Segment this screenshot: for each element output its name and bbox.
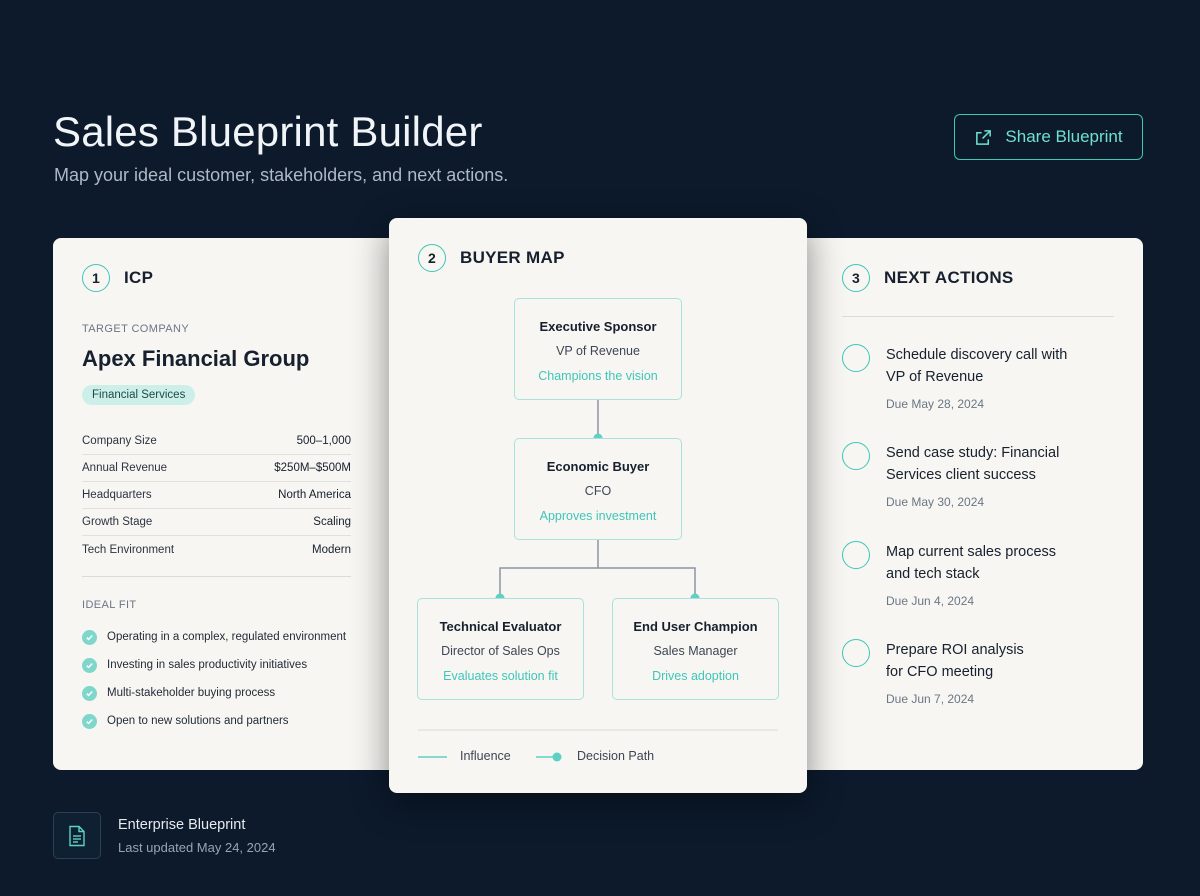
document-icon (53, 812, 101, 859)
action-text-line: Map current sales process (886, 544, 1057, 560)
stakeholder-node-end-user-champion[interactable]: End User Champion Sales Manager Drives a… (612, 598, 779, 700)
action-text: Send case study: Financial Services clie… (886, 442, 1106, 486)
attribute-value: $250M–$500M (274, 462, 351, 474)
list-item: Open to new solutions and partners (82, 707, 346, 735)
action-text-line: Schedule discovery call with (886, 347, 1068, 363)
attribute-label: Annual Revenue (82, 462, 168, 474)
check-icon (82, 657, 97, 673)
attribute-value: North America (278, 489, 351, 501)
ideal-fit-text: Multi-stakeholder buying process (107, 687, 276, 699)
attribute-row: Headquarters North America (82, 482, 351, 509)
stakeholder-note: Evaluates solution fit (443, 669, 558, 683)
next-actions-card: 3 NEXT ACTIONS Schedule discovery call w… (795, 238, 1143, 770)
action-due-date: Due Jun 7, 2024 (886, 692, 975, 706)
actions-step-header: 3 NEXT ACTIONS (842, 264, 1014, 292)
stakeholder-note: Champions the vision (538, 369, 658, 383)
stakeholder-title: Executive Sponsor (539, 319, 657, 334)
attribute-row: Tech Environment Modern (82, 536, 351, 563)
action-text-line: Services client success (886, 467, 1036, 483)
check-icon (82, 713, 97, 729)
check-icon (82, 629, 97, 645)
stakeholder-note: Approves investment (539, 509, 657, 523)
section-divider (82, 576, 351, 577)
ideal-fit-list: Operating in a complex, regulated enviro… (82, 623, 346, 735)
stakeholder-title: Economic Buyer (546, 459, 650, 474)
stakeholder-node-technical-evaluator[interactable]: Technical Evaluator Director of Sales Op… (417, 598, 584, 700)
action-due-date: Due May 28, 2024 (886, 397, 985, 411)
external-link-icon (976, 129, 992, 145)
stakeholder-role: Director of Sales Ops (441, 644, 560, 658)
decision-legend-dot (552, 752, 562, 762)
attribute-value: Scaling (313, 516, 351, 528)
stakeholder-note: Drives adoption (652, 669, 739, 683)
legend-influence: Influence (460, 749, 511, 763)
actions-step-number: 3 (842, 264, 870, 292)
icp-card: 1 ICP TARGET COMPANY Apex Financial Grou… (53, 238, 403, 770)
list-item: Investing in sales productivity initiati… (82, 651, 346, 679)
connector-line (499, 540, 599, 598)
list-item: Operating in a complex, regulated enviro… (82, 623, 346, 651)
stakeholder-role: CFO (584, 484, 612, 498)
action-text: Map current sales process and tech stack (886, 541, 1106, 585)
attribute-value: 500–1,000 (296, 435, 351, 447)
action-due-date: Due Jun 4, 2024 (886, 594, 975, 608)
ideal-fit-text: Open to new solutions and partners (107, 715, 289, 727)
attribute-label: Headquarters (82, 489, 152, 501)
footer-title: Enterprise Blueprint (118, 817, 246, 833)
actions-step-label: NEXT ACTIONS (884, 268, 1014, 287)
action-checkbox[interactable] (842, 344, 870, 372)
action-text-line: for CFO meeting (886, 664, 994, 680)
stakeholder-node-economic-buyer[interactable]: Economic Buyer CFO Approves investment (514, 438, 682, 540)
stakeholder-role: VP of Revenue (556, 344, 640, 358)
section-divider (842, 316, 1114, 317)
ideal-fit-text: Operating in a complex, regulated enviro… (107, 631, 347, 643)
company-name: Apex Financial Group (82, 346, 310, 371)
stakeholder-title: End User Champion (633, 619, 758, 634)
icp-step-header: 1 ICP (82, 264, 153, 292)
share-blueprint-button[interactable]: Share Blueprint (954, 114, 1143, 160)
company-attributes: Company Size 500–1,000 Annual Revenue $2… (82, 428, 351, 563)
action-text-line: and tech stack (886, 566, 980, 582)
ideal-fit-label: IDEAL FIT (82, 599, 137, 611)
attribute-label: Tech Environment (82, 543, 175, 556)
action-text-line: Send case study: Financial (886, 445, 1060, 461)
list-item: Multi-stakeholder buying process (82, 679, 346, 707)
legend-decision-path: Decision Path (577, 749, 655, 763)
action-checkbox[interactable] (842, 541, 870, 569)
industry-badge: Financial Services (82, 385, 196, 405)
action-checkbox[interactable] (842, 639, 870, 667)
page-title: Sales Blueprint Builder (53, 108, 483, 155)
check-icon (82, 685, 97, 701)
attribute-row: Company Size 500–1,000 (82, 428, 351, 455)
attribute-row: Growth Stage Scaling (82, 509, 351, 536)
attribute-row: Annual Revenue $250M–$500M (82, 455, 351, 482)
icp-step-label: ICP (124, 268, 154, 287)
stakeholder-role: Sales Manager (653, 644, 738, 658)
stakeholder-title: Technical Evaluator (439, 619, 562, 634)
last-updated: Last updated May 24, 2024 (118, 840, 276, 855)
page-subtitle: Map your ideal customer, stakeholders, a… (54, 165, 509, 185)
buyer-map-card: 2 BUYER MAP Executive Sponsor VP of Reve… (389, 218, 807, 793)
icp-step-number: 1 (82, 264, 110, 292)
attribute-label: Growth Stage (82, 516, 153, 528)
action-checkbox[interactable] (842, 442, 870, 470)
connector-line (598, 567, 696, 598)
stakeholder-node-executive-sponsor[interactable]: Executive Sponsor VP of Revenue Champion… (514, 298, 682, 400)
attribute-label: Company Size (82, 435, 157, 447)
ideal-fit-text: Investing in sales productivity initiati… (107, 659, 308, 671)
target-company-label: TARGET COMPANY (82, 323, 190, 335)
action-text: Prepare ROI analysis for CFO meeting (886, 639, 1106, 683)
action-due-date: Due May 30, 2024 (886, 495, 985, 509)
action-text-line: VP of Revenue (886, 369, 984, 385)
share-blueprint-label: Share Blueprint (1005, 127, 1123, 146)
action-text-line: Prepare ROI analysis (886, 642, 1024, 658)
attribute-value: Modern (312, 543, 351, 556)
action-text: Schedule discovery call with VP of Reven… (886, 344, 1106, 388)
